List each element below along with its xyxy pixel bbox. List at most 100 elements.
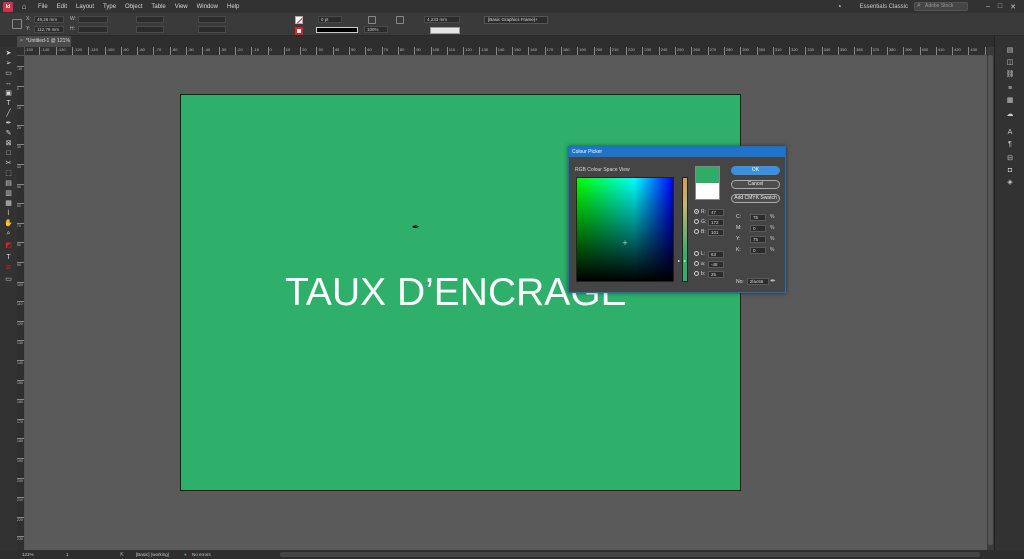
paragraph-panel-icon[interactable]: ¶ bbox=[1000, 140, 1020, 150]
reference-point-icon[interactable] bbox=[12, 19, 22, 29]
menu-help[interactable]: Help bbox=[227, 4, 239, 10]
menu-layout[interactable]: Layout bbox=[76, 4, 94, 10]
gradient-swatch-tool-icon[interactable]: ▤ bbox=[3, 179, 14, 188]
page-tool-icon[interactable]: ▭ bbox=[3, 69, 14, 78]
y-field[interactable]: 112,79 mm bbox=[34, 26, 64, 33]
k-field[interactable]: 0 bbox=[750, 247, 766, 254]
pen-tool-icon[interactable]: ✒ bbox=[3, 119, 14, 128]
stroke-type-selector[interactable] bbox=[316, 27, 358, 33]
links-panel-icon[interactable]: ⛓ bbox=[1000, 70, 1020, 80]
r-field[interactable]: 47 bbox=[708, 209, 724, 216]
opacity-field[interactable]: 100% bbox=[364, 26, 388, 33]
dialog-title[interactable]: Colour Picker bbox=[569, 147, 785, 157]
pages-panel-icon[interactable]: ▤ bbox=[1000, 46, 1020, 56]
menu-window[interactable]: Window bbox=[197, 4, 218, 10]
preflight-profile[interactable]: [Basic] (working) bbox=[136, 550, 169, 559]
lab-b-field[interactable]: 25 bbox=[708, 271, 724, 278]
shear-field[interactable] bbox=[198, 26, 226, 33]
scale-y-field[interactable] bbox=[136, 26, 164, 33]
lightbulb-icon[interactable]: ◔ bbox=[837, 2, 842, 11]
close-window-icon[interactable]: ✕ bbox=[1010, 3, 1016, 11]
open-in-window-icon[interactable]: ⇱ bbox=[120, 550, 124, 559]
maximize-icon[interactable]: □ bbox=[998, 3, 1002, 10]
hand-tool-icon[interactable]: ✋ bbox=[3, 219, 14, 228]
minimize-icon[interactable]: – bbox=[986, 3, 990, 10]
direct-selection-tool-icon[interactable]: ➢ bbox=[3, 59, 14, 68]
effects-panel-icon[interactable]: ◈ bbox=[1000, 178, 1020, 188]
pencil-tool-icon[interactable]: ✎ bbox=[3, 129, 14, 138]
rotate-field[interactable] bbox=[198, 16, 226, 23]
w-field[interactable] bbox=[78, 16, 108, 23]
lab-b-radio[interactable] bbox=[694, 271, 699, 277]
note-tool-icon[interactable]: ▦ bbox=[3, 199, 14, 208]
x-field[interactable]: 49,26 mm bbox=[34, 16, 64, 23]
hex-field[interactable]: 2fac66 bbox=[746, 278, 769, 285]
apply-none-icon[interactable]: ⧄ bbox=[3, 263, 14, 272]
screen-mode-icon[interactable]: ▭ bbox=[3, 275, 14, 284]
rectangle-tool-icon[interactable]: □ bbox=[3, 149, 14, 158]
menu-edit[interactable]: Edit bbox=[57, 4, 67, 10]
close-tab-icon[interactable]: × bbox=[20, 38, 23, 44]
horizontal-ruler[interactable]: -150 -140 -130 -120 -110 -100 -90 -80 -70 -60 -50-… bbox=[25, 47, 987, 56]
cc-libraries-icon[interactable]: ☁ bbox=[1000, 110, 1020, 120]
lab-l-field[interactable]: 63 bbox=[708, 251, 724, 258]
menu-file[interactable]: File bbox=[38, 4, 48, 10]
character-panel-icon[interactable]: A bbox=[1000, 128, 1020, 138]
r-radio[interactable] bbox=[694, 209, 699, 215]
menu-object[interactable]: Object bbox=[125, 4, 142, 10]
layers-panel-icon[interactable]: ◫ bbox=[1000, 58, 1020, 68]
m-field[interactable]: 0 bbox=[750, 225, 766, 232]
b-radio[interactable] bbox=[694, 229, 699, 235]
menu-view[interactable]: View bbox=[175, 4, 188, 10]
lab-a-radio[interactable] bbox=[694, 261, 699, 267]
eyedropper-tool-icon[interactable]: ⌇ bbox=[3, 209, 14, 218]
horizontal-scrollbar[interactable] bbox=[280, 552, 980, 557]
fill-color-preview[interactable] bbox=[430, 27, 460, 34]
offset-field[interactable]: 4,233 mm bbox=[424, 16, 460, 23]
add-cmyk-swatch-button[interactable]: Add CMYK Swatch bbox=[731, 194, 780, 203]
pathfinder-panel-icon[interactable]: ◘ bbox=[1000, 166, 1020, 176]
menu-table[interactable]: Table bbox=[151, 4, 165, 10]
scissors-tool-icon[interactable]: ✂ bbox=[3, 159, 14, 168]
menu-type[interactable]: Type bbox=[103, 4, 116, 10]
fill-none-swatch[interactable] bbox=[295, 16, 303, 24]
content-collector-icon[interactable]: ▣ bbox=[3, 89, 14, 98]
stroke-swatch[interactable] bbox=[295, 27, 303, 35]
g-field[interactable]: 172 bbox=[708, 219, 724, 226]
gap-tool-icon[interactable]: ↔ bbox=[3, 79, 14, 88]
document-tab[interactable]: × *Untitled-1 @ 121% bbox=[17, 36, 71, 47]
b-field[interactable]: 101 bbox=[708, 229, 724, 236]
align-panel-icon[interactable]: ⊟ bbox=[1000, 154, 1020, 164]
vertical-scrollbar[interactable] bbox=[987, 47, 994, 550]
workspace-switcher[interactable]: Essentials Classic bbox=[860, 4, 908, 10]
cancel-button[interactable]: Cancel bbox=[731, 180, 780, 189]
wrap-icon[interactable] bbox=[396, 16, 404, 24]
colour-crosshair-icon[interactable]: + bbox=[620, 238, 630, 248]
slider-handle-icon[interactable]: ▸ ◂ bbox=[678, 259, 694, 263]
c-field[interactable]: 75 bbox=[750, 214, 766, 221]
zoom-level[interactable]: 121% bbox=[22, 550, 34, 559]
stroke-weight-field[interactable]: 0 pt bbox=[318, 16, 342, 23]
ok-button[interactable]: OK bbox=[731, 166, 780, 175]
h-field[interactable] bbox=[78, 26, 108, 33]
vertical-ruler[interactable]: -10 0 10 20 30 40 50 60 70 80 90 100 110 120 130 140 150… bbox=[17, 56, 25, 550]
object-style-dropdown[interactable]: [Basic Graphics Frame]+ bbox=[484, 16, 548, 24]
colour-slider[interactable] bbox=[682, 177, 688, 282]
fx-icon[interactable] bbox=[368, 16, 376, 24]
free-transform-tool-icon[interactable]: ⬚ bbox=[3, 169, 14, 178]
scale-x-field[interactable] bbox=[136, 16, 164, 23]
lab-a-field[interactable]: -48 bbox=[708, 261, 724, 268]
zoom-tool-icon[interactable]: ⌕ bbox=[3, 229, 14, 238]
home-icon[interactable]: ⌂ bbox=[19, 2, 29, 12]
colour-field[interactable]: + bbox=[576, 177, 674, 282]
adobe-stock-search[interactable]: Adobe Stock bbox=[913, 2, 968, 11]
stroke-panel-icon[interactable]: ≡ bbox=[1000, 84, 1020, 94]
rectangle-frame-tool-icon[interactable]: ⊠ bbox=[3, 139, 14, 148]
selection-tool-icon[interactable]: ➤ bbox=[3, 49, 14, 58]
line-tool-icon[interactable]: ╱ bbox=[3, 109, 14, 118]
formatting-affects-icon[interactable]: T bbox=[3, 253, 14, 262]
g-radio[interactable] bbox=[694, 219, 699, 225]
ruler-origin[interactable] bbox=[17, 47, 25, 56]
gradient-feather-tool-icon[interactable]: ▥ bbox=[3, 189, 14, 198]
swatches-panel-icon[interactable]: ▦ bbox=[1000, 96, 1020, 106]
